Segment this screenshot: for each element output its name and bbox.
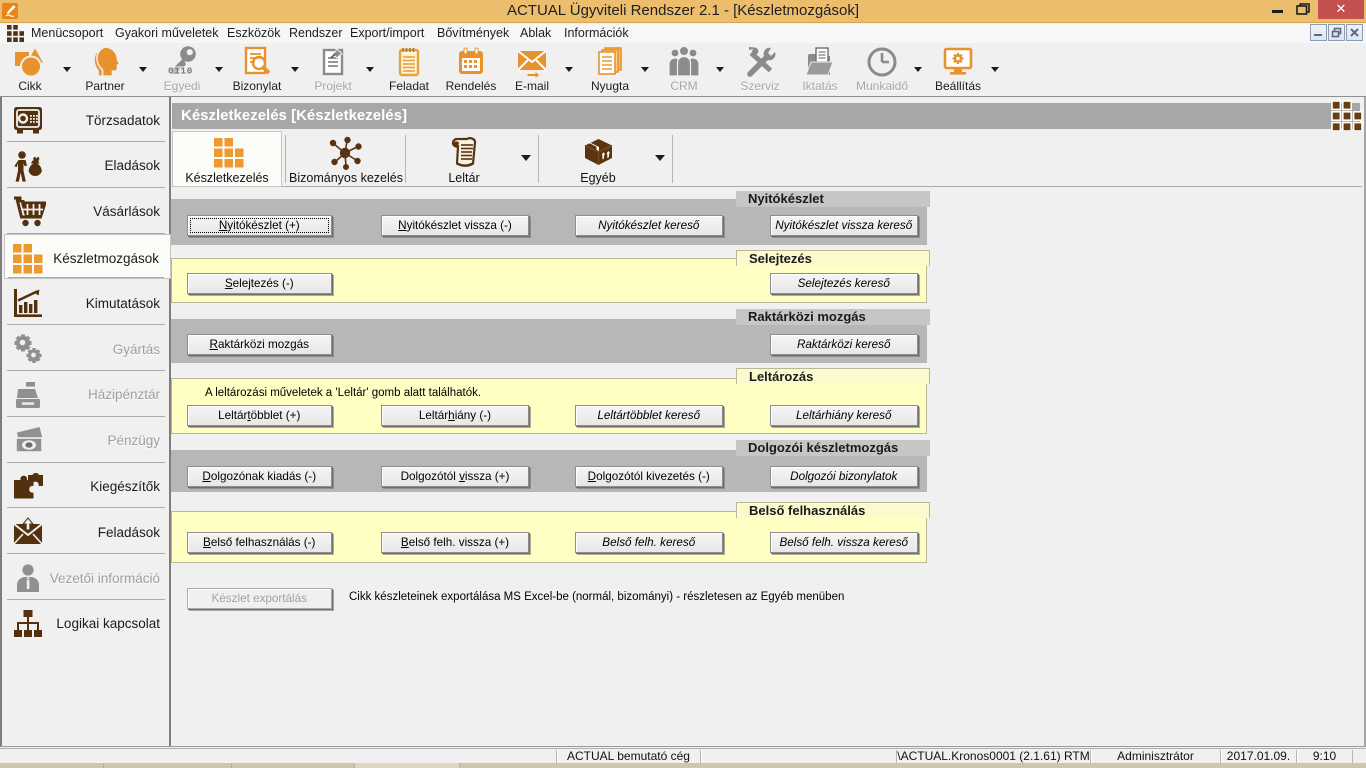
svg-text:0110: 0110 (168, 66, 193, 77)
